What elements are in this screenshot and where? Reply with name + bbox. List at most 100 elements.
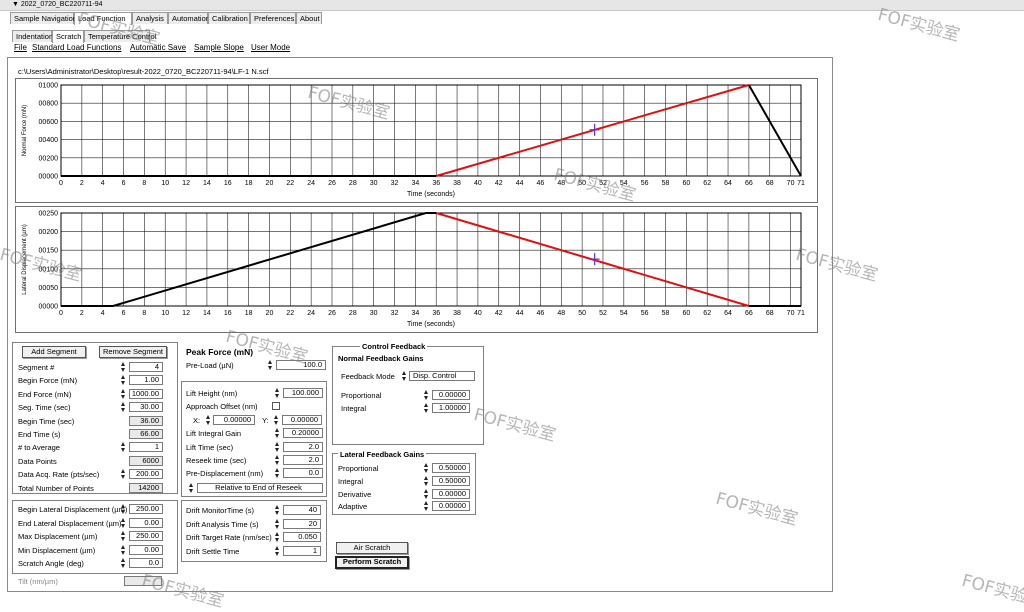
x-offset-spinner[interactable]: [206, 415, 211, 425]
segment-spinner-6[interactable]: [121, 442, 126, 453]
drift-field-2[interactable]: 0.050: [283, 532, 321, 542]
remove-segment-button[interactable]: Remove Segment: [99, 346, 167, 358]
lift-spinner-1[interactable]: [275, 428, 280, 438]
drift-field-3[interactable]: 1: [283, 545, 321, 556]
tab-scratch[interactable]: Scratch: [52, 30, 84, 43]
lift-height-field-0[interactable]: 100.000: [283, 388, 323, 398]
drift-label-3: Drift Settle Time: [186, 546, 240, 556]
segment-field-0[interactable]: 4: [129, 362, 163, 372]
lateral-displacement-plot-frame: [60, 212, 802, 307]
drift-field-0[interactable]: 40: [283, 505, 321, 515]
displacement-field-0[interactable]: 250.00: [129, 504, 163, 514]
displacement-field-4[interactable]: 0.0: [129, 558, 163, 568]
displacement-spinner-0[interactable]: [121, 504, 126, 514]
lift-field-4[interactable]: 0.0: [283, 468, 323, 478]
lift-field-3[interactable]: 2.0: [283, 455, 323, 465]
menu-sample-slope[interactable]: Sample Slope: [194, 43, 244, 52]
menu-file[interactable]: File: [14, 43, 27, 52]
segment-field-3[interactable]: 30.00: [129, 402, 163, 413]
tab-calibration[interactable]: Calibration: [208, 12, 250, 24]
normal-gain-field-0[interactable]: 0.00000: [432, 390, 470, 400]
normal-force-x-tick-label: 54: [620, 180, 628, 187]
displacement-spinner-4[interactable]: [121, 558, 126, 568]
segment-spinner-2[interactable]: [121, 388, 126, 399]
menu-user-mode[interactable]: User Mode: [251, 43, 290, 52]
add-segment-button[interactable]: Add Segment: [22, 346, 86, 358]
segment-spinner-3[interactable]: [121, 402, 126, 413]
menu-standard-load-functions[interactable]: Standard Load Functions: [32, 43, 121, 52]
window-title-bar: ▼ 2022_0720_BC220711-94: [0, 0, 1024, 11]
x-offset-field[interactable]: 0.00000: [213, 415, 255, 425]
tab-sample-navigation[interactable]: Sample Navigation: [10, 12, 77, 24]
drift-spinner-1[interactable]: [275, 518, 280, 529]
lift-field-2[interactable]: 2.0: [283, 442, 323, 452]
displacement-field-3[interactable]: 0.00: [129, 544, 163, 555]
segment-spinner-8[interactable]: [121, 469, 126, 480]
lateral-displacement-y-tick-label: 00200: [39, 229, 59, 236]
lateral-gain-field-3[interactable]: 0.00000: [432, 501, 470, 512]
displacement-spinner-2[interactable]: [121, 531, 126, 541]
lateral-gain-spinner-0[interactable]: [424, 463, 429, 473]
drift-field-1[interactable]: 20: [283, 518, 321, 529]
normal-force-x-tick-label: 50: [578, 180, 586, 187]
segment-field-2[interactable]: 1000.00: [129, 388, 163, 399]
lateral-gain-field-1[interactable]: 0.50000: [432, 475, 470, 486]
tilt-label: Tilt (nm/µm): [18, 577, 58, 586]
drift-spinner-0[interactable]: [275, 505, 280, 515]
preload-field[interactable]: 100.0: [276, 360, 326, 370]
lateral-gain-spinner-2[interactable]: [424, 488, 429, 499]
lateral-displacement-x-tick-label: 56: [641, 310, 649, 317]
drift-spinner-2[interactable]: [275, 532, 280, 542]
preload-spinner[interactable]: [268, 360, 273, 370]
segment-field-1[interactable]: 1.00: [129, 375, 163, 386]
normal-gain-field-1[interactable]: 1.00000: [432, 403, 470, 413]
displacement-field-2[interactable]: 250.00: [129, 531, 163, 541]
segment-field-4: 36.00: [129, 415, 163, 426]
tab-automation[interactable]: Automation: [168, 12, 210, 24]
lateral-gain-field-2[interactable]: 0.00000: [432, 488, 470, 499]
normal-gain-spinner-0[interactable]: [424, 390, 429, 400]
displacement-spinner-1[interactable]: [121, 517, 126, 528]
tab-preferences[interactable]: Preferences: [250, 12, 296, 24]
approach-offset-checkbox[interactable]: [272, 402, 280, 410]
lift-spinner-2[interactable]: [275, 442, 280, 452]
lateral-displacement-x-tick-label: 6: [122, 310, 126, 317]
perform-scratch-button[interactable]: Perform Scratch: [335, 556, 409, 569]
displacement-field-1[interactable]: 0.00: [129, 517, 163, 528]
lateral-displacement-x-tick-label: 24: [307, 310, 315, 317]
normal-force-x-tick-label: 22: [286, 180, 294, 187]
lift-spinner-4[interactable]: [275, 468, 280, 478]
y-offset-spinner[interactable]: [274, 415, 279, 425]
menu-automatic-save[interactable]: Automatic Save: [130, 43, 186, 52]
segment-spinner-0[interactable]: [121, 362, 126, 372]
tab-load-function[interactable]: Load Function: [74, 12, 132, 25]
segment-field-6[interactable]: 1: [129, 442, 163, 453]
displacement-spinner-3[interactable]: [121, 544, 126, 555]
lift-label-4: Pre-Displacement (nm): [186, 469, 264, 478]
segment-field-8[interactable]: 200.00: [129, 469, 163, 480]
lift-field-1[interactable]: 0.20000: [283, 428, 323, 438]
normal-force-x-tick-label: 26: [328, 180, 336, 187]
tab-temperature-control[interactable]: Temperature Control: [84, 30, 156, 42]
air-scratch-button[interactable]: Air Scratch: [336, 542, 408, 554]
drift-label-2: Drift Target Rate (nm/sec): [186, 533, 272, 542]
drift-spinner-3[interactable]: [275, 545, 280, 556]
lift-spinner-3[interactable]: [275, 455, 280, 465]
tab-indentation[interactable]: Indentation: [12, 30, 53, 42]
lateral-gain-spinner-3[interactable]: [424, 501, 429, 512]
feedback-mode-spinner[interactable]: [402, 371, 407, 381]
lateral-displacement-x-tick-label: 0: [59, 310, 63, 317]
segment-spinner-1[interactable]: [121, 375, 126, 386]
tab-analysis[interactable]: Analysis: [132, 12, 168, 24]
lift-height-spinner-0[interactable]: [275, 388, 280, 398]
relative-spinner[interactable]: [189, 483, 194, 493]
relative-reseek-select[interactable]: Relative to End of Reseek: [197, 483, 323, 493]
lateral-displacement-x-tick-label: 36: [432, 310, 440, 317]
y-offset-field[interactable]: 0.00000: [282, 415, 322, 425]
lateral-gain-field-0[interactable]: 0.50000: [432, 463, 470, 473]
lateral-gain-spinner-1[interactable]: [424, 475, 429, 486]
normal-gain-spinner-1[interactable]: [424, 403, 429, 413]
feedback-mode-select[interactable]: Disp. Control: [409, 371, 475, 381]
tab-about[interactable]: About: [296, 12, 322, 24]
file-path: c:\Users\Administrator\Desktop\result-20…: [18, 67, 269, 76]
